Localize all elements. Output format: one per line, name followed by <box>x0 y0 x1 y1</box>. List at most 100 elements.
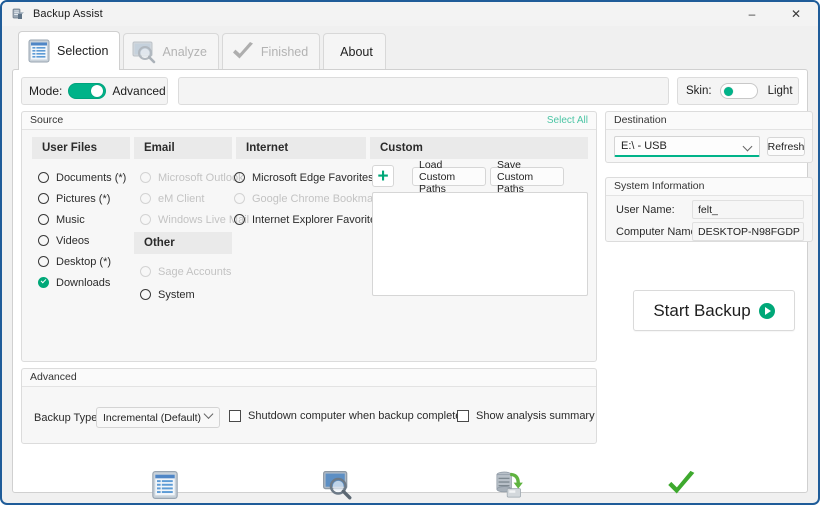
radio-music-label: Music <box>56 213 85 226</box>
radio-system-indicator <box>140 289 151 300</box>
radio-documents-indicator <box>38 172 49 183</box>
source-group-title: Source Select All <box>22 112 596 130</box>
minimize-button[interactable]: – <box>730 2 774 26</box>
server-backup-icon <box>449 456 569 502</box>
chevron-down-icon <box>742 141 753 152</box>
radio-em-client: eM Client <box>140 190 204 207</box>
start-backup-button[interactable]: Start Backup <box>633 290 795 331</box>
radio-music-indicator <box>38 214 49 225</box>
tab-finished[interactable]: Finished <box>221 33 321 70</box>
tab-finished-label: Finished <box>260 45 309 59</box>
system-information-title: System Information <box>606 178 812 196</box>
load-custom-paths-button[interactable]: Load Custom Paths <box>412 159 486 195</box>
mode-label: Mode: <box>29 84 63 98</box>
radio-desktop-label: Desktop (*) <box>56 255 112 268</box>
source-group: Source Select All User Files Email Inter… <box>21 111 597 362</box>
tab-selection[interactable]: Selection <box>18 31 121 70</box>
radio-ie-favorites[interactable]: Internet Explorer Favorites <box>234 211 382 228</box>
mode-toggle[interactable] <box>68 83 107 99</box>
radio-desktop[interactable]: Desktop (*) <box>38 253 111 270</box>
radio-videos-indicator <box>38 235 49 246</box>
mode-value: Advanced <box>112 84 166 98</box>
backup-type-select[interactable]: Incremental (Default) <box>96 407 220 428</box>
mode-row: Mode: Advanced Skin: Light <box>21 77 799 105</box>
computer-name-field: DESKTOP-N98FGDP <box>692 222 804 241</box>
show-summary-checkbox-row[interactable]: Show analysis summary <box>457 410 595 422</box>
backup-type-value: Incremental (Default) <box>103 411 202 424</box>
radio-sage-accounts-label: Sage Accounts <box>158 265 232 278</box>
application-window: Backup Assist – ✕ Selection Analyze Fini… <box>0 0 820 505</box>
green-check-icon <box>229 38 257 66</box>
radio-music[interactable]: Music <box>38 211 85 228</box>
radio-documents-label: Documents (*) <box>56 171 127 184</box>
radio-windows-live-mail-indicator <box>140 214 151 225</box>
analyze-magnifier-icon <box>130 38 158 66</box>
radio-sage-accounts-indicator <box>140 266 151 277</box>
selection-list-icon <box>25 37 53 65</box>
radio-edge-favorites-indicator <box>234 172 245 183</box>
skin-toggle[interactable] <box>719 83 758 99</box>
skin-label: Skin: <box>686 85 712 97</box>
radio-pictures-label: Pictures (*) <box>56 192 111 205</box>
step-analyze[interactable]: Analyze <box>277 456 397 503</box>
destination-drive-value: E:\ - USB <box>621 140 667 152</box>
custom-paths-list[interactable] <box>372 192 588 296</box>
shutdown-checkbox-row[interactable]: Shutdown computer when backup completed <box>229 410 468 422</box>
backup-type-label: Backup Type: <box>34 412 101 424</box>
play-icon <box>758 302 775 319</box>
radio-videos[interactable]: Videos <box>38 232 89 249</box>
tab-selection-label: Selection <box>57 44 109 58</box>
radio-ie-favorites-label: Internet Explorer Favorites <box>252 213 382 226</box>
mode-control: Mode: Advanced <box>21 77 168 105</box>
radio-microsoft-outlook: Microsoft Outlook <box>140 169 244 186</box>
refresh-button[interactable]: Refresh <box>767 137 805 156</box>
tab-about-label: About <box>340 45 373 59</box>
title-bar: Backup Assist – ✕ <box>2 2 818 26</box>
tab-strip: Selection Analyze Finished About <box>18 31 389 70</box>
column-header-other: Other <box>134 232 232 254</box>
radio-microsoft-outlook-label: Microsoft Outlook <box>158 171 244 184</box>
tab-about[interactable]: About <box>323 33 386 70</box>
radio-pictures[interactable]: Pictures (*) <box>38 190 110 207</box>
source-title-text: Source <box>30 114 64 126</box>
radio-documents[interactable]: Documents (*) <box>38 169 126 186</box>
radio-chrome-bookmarks-indicator <box>234 193 245 204</box>
radio-system-label: System <box>158 288 195 301</box>
column-header-user-files: User Files <box>32 137 130 159</box>
shutdown-checkbox[interactable] <box>229 410 241 422</box>
green-check-icon <box>621 456 741 502</box>
radio-edge-favorites[interactable]: Microsoft Edge Favorites <box>234 169 374 186</box>
radio-ie-favorites-indicator <box>234 214 245 225</box>
radio-pictures-indicator <box>38 193 49 204</box>
save-custom-paths-button[interactable]: Save Custom Paths <box>490 159 564 195</box>
tab-analyze-label: Analyze <box>162 45 207 59</box>
radio-downloads[interactable]: Downloads <box>38 274 110 291</box>
select-all-link[interactable]: Select All <box>547 112 588 129</box>
column-header-custom: Custom <box>370 137 588 159</box>
radio-system[interactable]: System <box>140 286 195 303</box>
window-title: Backup Assist <box>33 8 103 20</box>
column-header-email: Email <box>134 137 232 159</box>
start-backup-label: Start Backup <box>653 300 751 320</box>
add-custom-path-button[interactable]: + <box>372 165 394 187</box>
step-selection[interactable]: Selection <box>105 456 225 503</box>
tab-analyze[interactable]: Analyze <box>123 33 219 70</box>
destination-drive-select[interactable]: E:\ - USB <box>614 136 760 157</box>
user-name-label: User Name: <box>616 204 675 216</box>
close-button[interactable]: ✕ <box>774 2 818 26</box>
radio-microsoft-outlook-indicator <box>140 172 151 183</box>
radio-em-client-indicator <box>140 193 151 204</box>
radio-desktop-indicator <box>38 256 49 267</box>
app-icon <box>11 7 25 21</box>
radio-downloads-label: Downloads <box>56 276 111 289</box>
show-summary-checkbox-label: Show analysis summary <box>476 410 595 422</box>
show-summary-checkbox[interactable] <box>457 410 469 422</box>
analyze-magnifier-icon <box>277 456 397 502</box>
computer-name-label: Computer Name: <box>616 226 700 238</box>
radio-chrome-bookmarks-label: Google Chrome Bookmarks <box>252 192 388 205</box>
shutdown-checkbox-label: Shutdown computer when backup completed <box>248 410 468 422</box>
radio-videos-label: Videos <box>56 234 90 247</box>
destination-group-title: Destination <box>606 112 812 130</box>
step-backup[interactable]: Backup <box>449 456 569 503</box>
step-finished[interactable]: Finished <box>621 456 741 503</box>
